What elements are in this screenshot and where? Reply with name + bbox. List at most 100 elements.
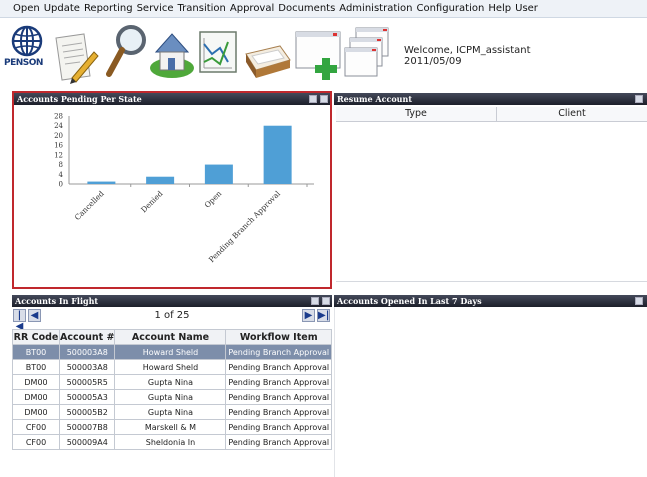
workflow-item-cell: Pending Branch Approval xyxy=(225,404,332,420)
column-header-rr-code[interactable]: RR Code xyxy=(12,329,60,345)
opened-panel-title: Accounts Opened In Last 7 Days xyxy=(334,295,647,307)
table-row[interactable]: DM00 500005R5 Gupta Nina Pending Branch App… xyxy=(12,374,332,390)
pending-panel-title-text: Accounts Pending Per State xyxy=(17,94,142,104)
account-name-cell: Sheldonia In xyxy=(114,434,227,450)
y-tick-label: 28 xyxy=(54,113,63,121)
x-tick-label: Denied xyxy=(139,189,165,215)
rr-code-cell: BT00 xyxy=(12,359,60,375)
menu-documents[interactable]: Documents xyxy=(276,3,337,14)
document-edit-icon[interactable] xyxy=(50,28,102,84)
welcome-user: Welcome, ICPM_assistant xyxy=(404,45,531,56)
opened-panel: Accounts Opened In Last 7 Days xyxy=(334,295,647,477)
opened-panel-title-text: Accounts Opened In Last 7 Days xyxy=(337,296,482,306)
house-icon[interactable] xyxy=(148,26,196,80)
resume-panel: Resume Account Type Client xyxy=(334,91,647,291)
table-row[interactable]: DM00 500005B2 Gupta Nina Pending Branch App… xyxy=(12,404,332,420)
column-header-type[interactable]: Type xyxy=(336,107,497,121)
bar xyxy=(146,176,175,184)
column-header-workflow-item[interactable]: Workflow Item xyxy=(225,329,332,345)
account-name-cell: Marskell & M xyxy=(114,419,227,435)
pager-bar: |◀ ◀ 1 of 25 ▶ ▶| xyxy=(12,308,332,332)
logo-text: PENSON xyxy=(4,58,43,68)
y-tick-label: 0 xyxy=(59,181,63,189)
menu-transition[interactable]: Transition xyxy=(176,3,228,14)
account-number-cell: 500003A8 xyxy=(58,359,116,375)
y-tick-label: 20 xyxy=(54,132,63,140)
table-row[interactable]: BT00 500003A8 Howard Sheld Pending Branch A… xyxy=(12,359,332,375)
bar-chart: 0481216202428Cancelled Denied OpenPending … xyxy=(54,113,314,264)
workflow-item-cell: Pending Branch Approval xyxy=(225,359,332,375)
rr-code-cell: CF00 xyxy=(12,419,60,435)
menu-configuration[interactable]: Configuration xyxy=(414,3,486,14)
inflight-panel-title: Accounts In Flight xyxy=(12,295,332,307)
maximize-icon[interactable] xyxy=(309,95,317,103)
maximize-icon[interactable] xyxy=(311,297,319,305)
workflow-item-cell: Pending Branch Approval xyxy=(225,389,332,405)
divider xyxy=(336,281,647,282)
last-page-icon[interactable]: ▶| xyxy=(317,309,330,322)
y-tick-label: 8 xyxy=(59,161,63,169)
menu-user[interactable]: User xyxy=(513,3,540,14)
line-chart-icon[interactable] xyxy=(196,28,240,76)
next-page-icon[interactable]: ▶ xyxy=(302,309,315,322)
resume-panel-title: Resume Account xyxy=(334,93,647,105)
column-header-client[interactable]: Client xyxy=(497,107,647,121)
table-row[interactable]: CF00 500009A4 Sheldonia In Pending Branch A… xyxy=(12,434,332,450)
inflight-table: RR Code Account # Account Name Workflow … xyxy=(12,329,332,450)
x-tick-label: Cancelled xyxy=(73,189,106,222)
inflight-panel-title-text: Accounts In Flight xyxy=(15,296,99,306)
menu-update[interactable]: Update xyxy=(42,3,82,14)
pending-panel: Accounts Pending Per State 0 4 8 12 16 20 24 28… xyxy=(12,91,332,289)
welcome-date: 2011/05/09 xyxy=(404,56,462,67)
resume-table-header: Type Client xyxy=(336,107,647,122)
new-window-icon[interactable] xyxy=(294,28,346,82)
table-row[interactable]: DM00 500005A3 Gupta Nina Pending Branch App… xyxy=(12,389,332,405)
bar xyxy=(87,181,116,184)
penson-logo-icon[interactable]: PENSON xyxy=(4,24,46,76)
rr-code-cell: CF00 xyxy=(12,434,60,450)
table-row[interactable]: CF00 500007B8 Marskell & M Pending Branch A… xyxy=(12,419,332,435)
inbox-tray-icon[interactable] xyxy=(242,40,292,80)
rr-code-cell: DM00 xyxy=(12,374,60,390)
y-tick-label: 24 xyxy=(54,122,63,130)
account-number-cell: 500005A3 xyxy=(58,389,116,405)
menu-service[interactable]: Service xyxy=(135,3,176,14)
divider xyxy=(334,307,335,477)
account-name-cell: Howard Sheld xyxy=(114,344,227,360)
column-header-account-number[interactable]: Account # xyxy=(58,329,116,345)
menu-bar: Open Update Reporting Service Transition… xyxy=(0,0,647,18)
account-number-cell: 500005B2 xyxy=(58,404,116,420)
menu-open[interactable]: Open xyxy=(0,3,42,14)
bar xyxy=(204,164,233,184)
windows-cascade-icon[interactable] xyxy=(344,26,392,82)
account-number-cell: 500003A8 xyxy=(58,344,116,360)
account-number-cell: 500009A4 xyxy=(58,434,116,450)
y-tick-label: 4 xyxy=(59,171,64,179)
menu-help[interactable]: Help xyxy=(486,3,513,14)
rr-code-cell: BT00 xyxy=(12,344,60,360)
account-name-cell: Gupta Nina xyxy=(114,374,227,390)
workflow-item-cell: Pending Branch Approval xyxy=(225,419,332,435)
menu-reporting[interactable]: Reporting xyxy=(82,3,135,14)
pending-panel-title: Accounts Pending Per State xyxy=(14,93,330,105)
rr-code-cell: DM00 xyxy=(12,404,60,420)
close-icon[interactable] xyxy=(322,297,330,305)
table-row[interactable]: BT00 500003A8 Howard Sheld Pending Branch A… xyxy=(12,344,332,360)
column-header-account-name[interactable]: Account Name xyxy=(114,329,227,345)
maximize-icon[interactable] xyxy=(635,95,643,103)
menu-administration[interactable]: Administration xyxy=(337,3,414,14)
page-indicator: 1 of 25 xyxy=(154,310,190,321)
menu-approval[interactable]: Approval xyxy=(228,3,276,14)
resume-panel-title-text: Resume Account xyxy=(337,94,413,104)
account-name-cell: Howard Sheld xyxy=(114,359,227,375)
search-magnifier-icon[interactable] xyxy=(106,22,148,80)
workflow-item-cell: Pending Branch Approval xyxy=(225,374,332,390)
workflow-item-cell: Pending Branch Approval xyxy=(225,344,332,360)
account-number-cell: 500005R5 xyxy=(58,374,116,390)
close-icon[interactable] xyxy=(320,95,328,103)
account-number-cell: 500007B8 xyxy=(58,419,116,435)
y-tick-label: 12 xyxy=(54,151,63,159)
workflow-item-cell: Pending Branch Approval xyxy=(225,434,332,450)
maximize-icon[interactable] xyxy=(635,297,643,305)
toolbar: PENSON Welcome, ICPM_assistant 2011/05/0… xyxy=(0,18,647,86)
